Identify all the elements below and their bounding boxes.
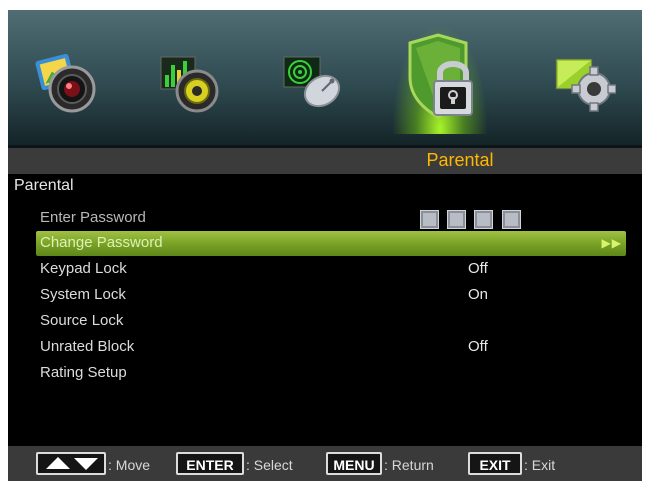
- password-digit-box: [502, 210, 521, 229]
- menu-item-source-lock[interactable]: Source Lock: [36, 309, 626, 334]
- picture-camera-icon: [35, 53, 96, 113]
- tab-sound[interactable]: [141, 28, 237, 138]
- up-arrow-icon: [46, 457, 70, 469]
- password-digit-box: [447, 210, 466, 229]
- menu-item-rating-setup[interactable]: Rating Setup: [36, 361, 626, 386]
- tab-channel[interactable]: [264, 28, 360, 138]
- menu-item-label: Unrated Block: [40, 338, 135, 355]
- channel-satellite-icon: [283, 56, 341, 108]
- menu-item-label: Source Lock: [40, 312, 124, 329]
- menu-item-value: On: [468, 286, 489, 303]
- password-digit-box: [474, 210, 493, 229]
- tab-picture[interactable]: [18, 28, 114, 138]
- menu-title: Parental: [14, 177, 74, 194]
- menu-item-label: Keypad Lock: [40, 260, 127, 277]
- menu-item-label: Enter Password: [40, 209, 146, 226]
- tab-parental[interactable]: [392, 24, 488, 134]
- menu-item-value: Off: [468, 260, 488, 277]
- exit-label: : Exit: [524, 457, 556, 473]
- tv-osd-screen: Parental Parental Enter Password Change …: [8, 10, 642, 481]
- submenu-arrow-icon: ▶▶: [601, 236, 622, 250]
- move-key: [36, 452, 106, 475]
- return-label: : Return: [384, 457, 434, 473]
- category-title-bar: Parental: [8, 148, 642, 174]
- parental-lock-icon: [408, 33, 473, 119]
- menu-item-label: Rating Setup: [40, 364, 127, 381]
- setup-gear-icon: [555, 58, 616, 112]
- category-title: Parental: [426, 150, 494, 170]
- menu-item-unrated-block[interactable]: Unrated Block Off: [36, 335, 626, 360]
- menu-item-change-password[interactable]: Change Password ▶▶: [36, 231, 626, 256]
- exit-key: EXIT: [468, 452, 522, 475]
- down-arrow-icon: [74, 458, 98, 470]
- select-label: : Select: [246, 457, 293, 473]
- menu-item-keypad-lock[interactable]: Keypad Lock Off: [36, 257, 626, 282]
- move-label: : Move: [108, 457, 151, 473]
- category-icon-bar: [8, 10, 642, 145]
- enter-key: ENTER: [176, 452, 244, 475]
- menu-key: MENU: [326, 452, 382, 475]
- footer-help-bar: : Move ENTER : Select MENU : Return EXIT…: [8, 446, 642, 481]
- menu-item-label: System Lock: [40, 286, 126, 303]
- menu-item-label: Change Password: [40, 234, 163, 251]
- menu-item-enter-password[interactable]: Enter Password: [36, 206, 626, 231]
- menu-item-value: Off: [468, 338, 488, 355]
- password-digit-box: [420, 210, 439, 229]
- sound-speaker-icon: [160, 56, 219, 113]
- menu-item-system-lock[interactable]: System Lock On: [36, 283, 626, 308]
- tab-setup[interactable]: [536, 28, 632, 138]
